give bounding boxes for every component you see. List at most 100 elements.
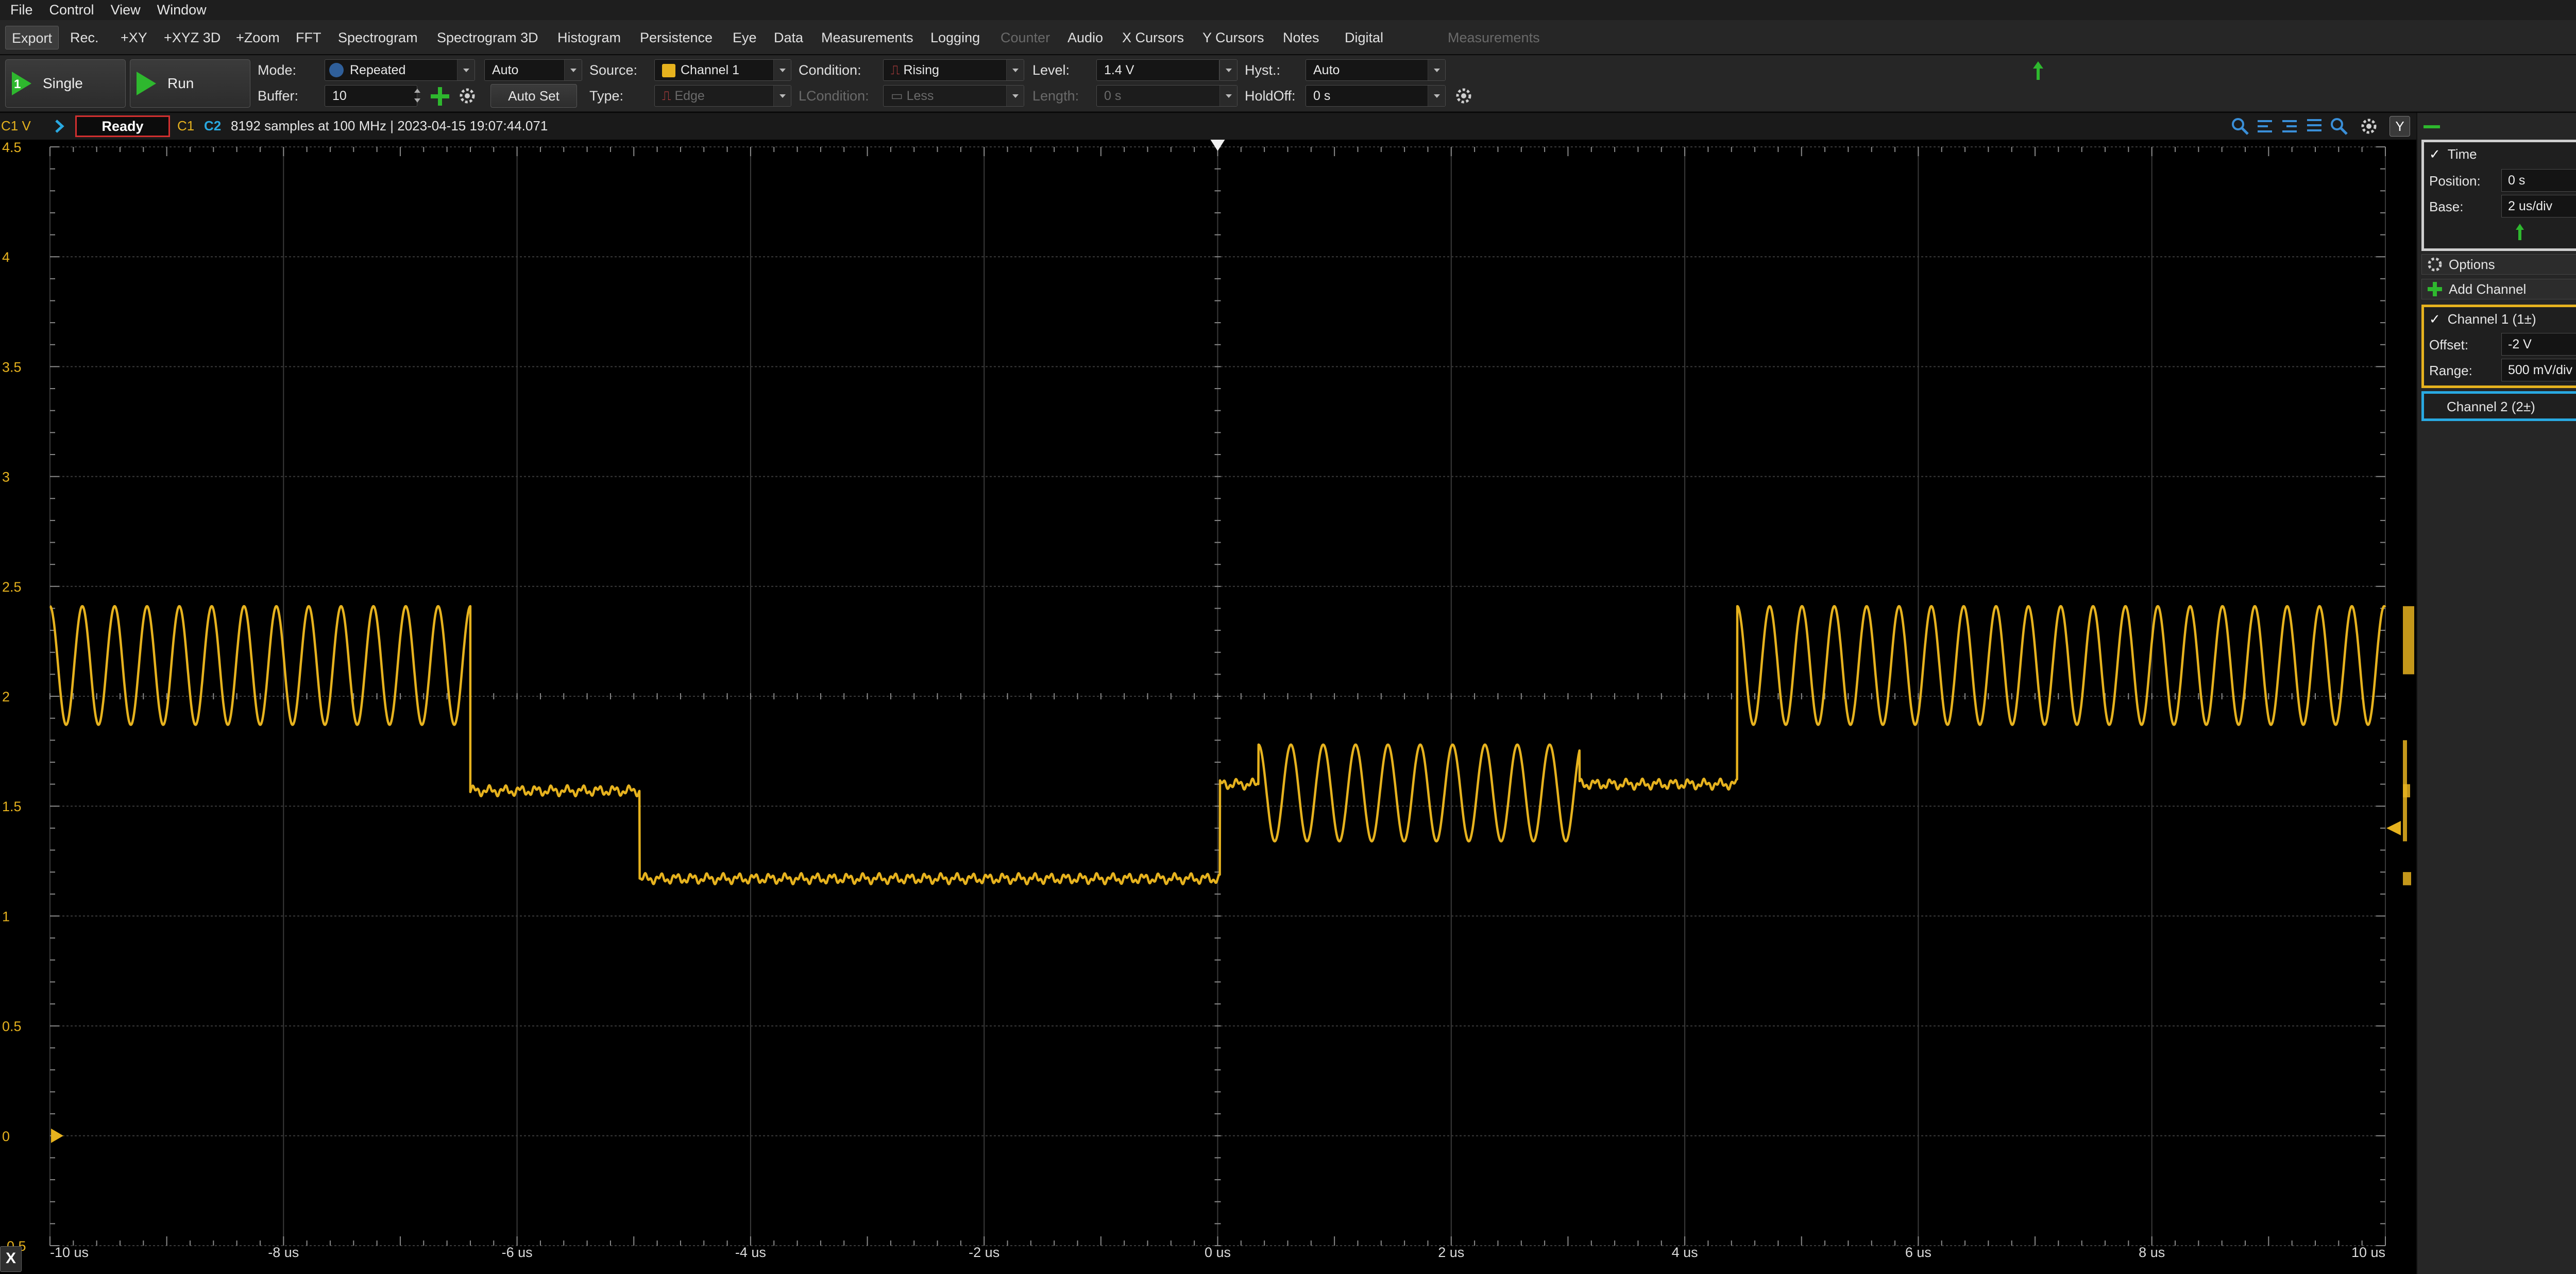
tab-spectrogram-3d[interactable]: Spectrogram 3D: [431, 26, 545, 49]
tab-data[interactable]: Data: [768, 26, 809, 49]
type-label: Type:: [589, 88, 624, 104]
add-channel-icon: [2428, 282, 2442, 296]
channel1-section: ✓ Channel 1 (1±) Offset: -2 V Range: 500 …: [2421, 305, 2576, 388]
channel1-check-icon[interactable]: ✓: [2429, 311, 2441, 327]
zoom-in-icon[interactable]: [2231, 117, 2249, 136]
lcondition-label: LCondition:: [799, 88, 869, 104]
time-check-icon[interactable]: ✓: [2429, 146, 2441, 162]
buffer-input[interactable]: 10: [325, 85, 417, 107]
menu-file[interactable]: File: [10, 2, 33, 18]
run-button[interactable]: Run: [130, 59, 250, 108]
lcondition-value: Less: [906, 89, 934, 103]
condition-label: Condition:: [799, 62, 861, 78]
x-tick-label: -8 us: [268, 1245, 299, 1259]
tab-xyz-3d[interactable]: +XYZ 3D: [158, 26, 227, 49]
y-tick-label: 4.5: [2, 140, 22, 155]
tab-measurements-2: Measurements: [1448, 30, 1540, 45]
trigger-up-arrow-icon[interactable]: [2032, 60, 2044, 81]
zoom-y-icon[interactable]: [2280, 117, 2299, 136]
level-label: Level:: [1032, 62, 1070, 78]
y-axis-button[interactable]: Y: [2389, 116, 2410, 137]
add-channel-label: Add Channel: [2449, 281, 2527, 297]
time-section: ✓ Time Position: 0 s Base: 2 us/div: [2421, 140, 2576, 251]
single-label: Single: [43, 75, 83, 91]
y-tick-label: 4: [2, 249, 10, 265]
holdoff-select[interactable]: 0 s: [1306, 85, 1446, 107]
auto-set-button[interactable]: Auto Set: [490, 84, 577, 108]
y-tick-label: 3.5: [2, 359, 22, 375]
length-input[interactable]: 0 s: [1096, 85, 1238, 107]
source-select[interactable]: Channel 1: [654, 59, 791, 81]
trigger-gear-icon[interactable]: [1455, 87, 1472, 105]
level-input[interactable]: 1.4 V: [1096, 59, 1220, 81]
x-tick-label: 4 us: [1672, 1245, 1698, 1259]
menu-window[interactable]: Window: [157, 2, 207, 18]
add-buffer-icon[interactable]: [430, 86, 450, 107]
tab-fft[interactable]: FFT: [290, 26, 327, 49]
single-badge: 1: [14, 77, 21, 91]
rising-edge-icon: ⎍: [891, 63, 904, 77]
y-tick-label: 2.5: [2, 579, 22, 595]
tab-measurements[interactable]: Measurements: [815, 26, 920, 49]
channel1-range-input[interactable]: 500 mV/div: [2501, 359, 2576, 381]
run-state-arrow-icon[interactable]: [54, 119, 65, 133]
add-channel-row[interactable]: Add Channel: [2421, 279, 2576, 299]
acquisition-info: 8192 samples at 100 MHz | 2023-04-15 19:…: [231, 118, 548, 133]
lcondition-select[interactable]: ▭ Less: [883, 85, 1024, 107]
zoom-x-icon[interactable]: [2256, 117, 2274, 136]
tab-x-cursors[interactable]: X Cursors: [1116, 26, 1190, 49]
tab-y-cursors[interactable]: Y Cursors: [1196, 26, 1270, 49]
tab-histogram[interactable]: Histogram: [551, 26, 627, 49]
mode-select[interactable]: Repeated: [325, 59, 475, 81]
options-row[interactable]: Options: [2421, 254, 2576, 275]
tab-zoom[interactable]: +Zoom: [230, 26, 286, 49]
hyst-select[interactable]: Auto: [1306, 59, 1446, 81]
tab-notes[interactable]: Notes: [1277, 26, 1326, 49]
zoom-out-icon[interactable]: [2330, 117, 2348, 136]
tab-export[interactable]: Export: [5, 26, 59, 49]
c2-tag[interactable]: C2: [204, 118, 221, 134]
plot-gear-icon[interactable]: [2360, 117, 2378, 136]
tab-xy[interactable]: +XY: [114, 26, 154, 49]
oscilloscope-plot[interactable]: 4.543.532.521.510.50-0.5 -10 us-8 us-6 u…: [0, 140, 2416, 1259]
mode-auto-select[interactable]: Auto: [484, 59, 582, 81]
tab-digital[interactable]: Digital: [1338, 26, 1389, 49]
length-label: Length:: [1032, 88, 1079, 104]
zoom-fit-icon[interactable]: [2305, 117, 2324, 136]
buffer-gear-icon[interactable]: [459, 87, 476, 105]
channel2-section: Channel 2 (2±): [2421, 391, 2576, 421]
panel-minimize-icon[interactable]: [2422, 123, 2441, 130]
menu-view[interactable]: View: [111, 2, 141, 18]
channel1-header[interactable]: ✓ Channel 1 (1±): [2429, 311, 2536, 327]
y-tick-label: 3: [2, 470, 10, 485]
tab-rec[interactable]: Rec.: [64, 26, 105, 49]
menu-control[interactable]: Control: [49, 2, 94, 18]
amplitude-histogram-bar: [2403, 606, 2414, 675]
tab-audio[interactable]: Audio: [1061, 26, 1109, 49]
length-value: 0 s: [1104, 89, 1122, 103]
time-trigger-arrow-icon[interactable]: [2515, 223, 2525, 241]
x-tick-label: 2 us: [1438, 1245, 1464, 1259]
buffer-spinner[interactable]: [411, 85, 423, 107]
channel2-title[interactable]: Channel 2 (2±): [2447, 399, 2535, 415]
x-axis-button[interactable]: X: [0, 1246, 22, 1272]
tab-persistence[interactable]: Persistence: [634, 26, 719, 49]
tab-eye[interactable]: Eye: [726, 26, 763, 49]
mode-auto-value: Auto: [492, 63, 519, 77]
tab-logging[interactable]: Logging: [924, 26, 986, 49]
tab-spectrogram[interactable]: Spectrogram: [332, 26, 424, 49]
channel1-title: Channel 1 (1±): [2447, 311, 2536, 327]
c1-tag[interactable]: C1: [177, 118, 194, 134]
status-row: C1 V Ready C1 C2 8192 samples at 100 MHz…: [0, 113, 2416, 140]
channel1-offset-input[interactable]: -2 V: [2501, 333, 2576, 356]
time-position-input[interactable]: 0 s: [2501, 169, 2576, 192]
y-tick-label: 2: [2, 689, 10, 705]
menu-bar: File Control View Window: [0, 0, 2576, 20]
time-base-input[interactable]: 2 us/div: [2501, 195, 2576, 217]
time-header[interactable]: ✓ Time: [2429, 146, 2477, 162]
condition-select[interactable]: ⎍ Rising: [883, 59, 1024, 81]
type-select[interactable]: ⎍ Edge: [654, 85, 791, 107]
run-label: Run: [167, 75, 194, 91]
single-button[interactable]: 1 Single: [5, 59, 126, 108]
level-dropdown[interactable]: [1219, 59, 1238, 81]
